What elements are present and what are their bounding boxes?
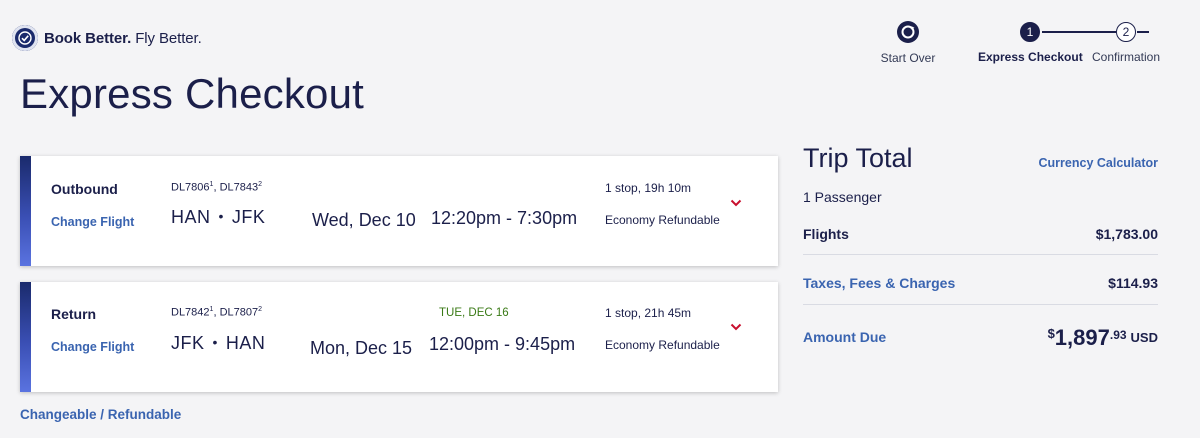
card-accent-bar [20,282,31,392]
change-flight-link[interactable]: Change Flight [51,340,134,354]
flights-cost-label: Flights [803,226,849,242]
taxes-fees-link[interactable]: Taxes, Fees & Charges [803,275,955,291]
flight-times: 12:00pm - 9:45pm [429,334,576,354]
chevron-down-icon[interactable] [730,318,742,331]
currency-calculator-link[interactable]: Currency Calculator [1039,156,1158,170]
chevron-down-icon[interactable] [730,194,742,207]
taxes-value: $114.93 [1108,275,1158,291]
departure-date: Wed, Dec 10 [312,210,416,230]
fare-policy-label: Changeable / Refundable [20,407,182,422]
amount-cents: .93 [1109,328,1127,342]
flight-number: DL7842 [171,306,210,319]
fare-class: Economy Refundable [605,338,720,352]
flight-card-return: Return Change Flight DL78421, DL78072 JF… [20,282,778,392]
step-label: Confirmation [1091,50,1161,64]
flight-number: DL7843 [219,181,259,194]
next-day-arrival-note: TUE, DEC 16 [439,307,509,319]
change-flight-link[interactable]: Change Flight [51,215,134,229]
stops-duration: 1 stop, 19h 10m [605,181,692,195]
step-number: 1 [1020,22,1040,42]
brand-logo-link[interactable]: Book Better. Fly Better. [12,25,202,51]
leg-title: Outbound [51,181,118,197]
checkout-progress: Start Over 1 Express Checkout 2 Confirma… [860,18,1190,78]
route: HAN • JFK [171,207,265,228]
step-label: Express Checkout [978,50,1083,64]
page-title: Express Checkout [20,70,365,117]
currency-symbol: $ [1047,326,1055,341]
origin-airport: JFK [171,333,205,353]
flight-numbers: DL78421, DL78072 [171,306,262,319]
amount-whole: 1,897 [1054,325,1110,350]
flight-number: DL7807 [219,306,259,319]
amount-due-value: $1,897.93 USD [1048,325,1158,351]
fare-class: Economy Refundable [605,213,720,227]
start-over-label: Start Over [880,51,936,65]
step-confirmation: 2 Confirmation [1084,18,1168,64]
destination-airport: JFK [231,207,266,227]
card-accent-bar [20,156,31,266]
trip-total-title: Trip Total [803,143,913,173]
flight-times: 12:20pm - 7:30pm [431,208,578,228]
leg-title: Return [51,306,97,322]
step-express-checkout: 1 Express Checkout [978,18,1083,64]
segment-index: 2 [258,306,263,313]
brand-name-light: Fly Better. [131,29,202,47]
divider [803,304,1158,305]
route-dot: • [212,334,218,350]
passenger-count: 1 Passenger [803,189,882,205]
flight-card-outbound: Outbound Change Flight DL78061, DL78432 … [20,156,778,266]
flights-cost-value: $1,783.00 [1095,226,1158,242]
departure-date: Mon, Dec 15 [310,338,413,358]
route: JFK • HAN [171,333,265,354]
divider [803,254,1158,255]
brand-name: Book Better. Fly Better. [44,30,202,47]
start-over-button[interactable]: Start Over [860,18,956,65]
destination-airport: HAN [225,333,266,353]
step-number: 2 [1116,22,1136,42]
amount-due-label: Amount Due [803,329,887,345]
stops-duration: 1 stop, 21h 45m [605,306,692,320]
segment-index: 2 [258,181,263,188]
flight-number: DL7806 [171,181,210,194]
flight-numbers: DL78061, DL78432 [171,181,262,194]
rotate-icon [897,21,919,43]
currency-code: USD [1130,330,1158,345]
check-circle-logo-icon [12,25,38,51]
origin-airport: HAN [171,207,211,227]
route-dot: • [218,208,224,224]
brand-name-bold: Book Better. [44,29,132,47]
